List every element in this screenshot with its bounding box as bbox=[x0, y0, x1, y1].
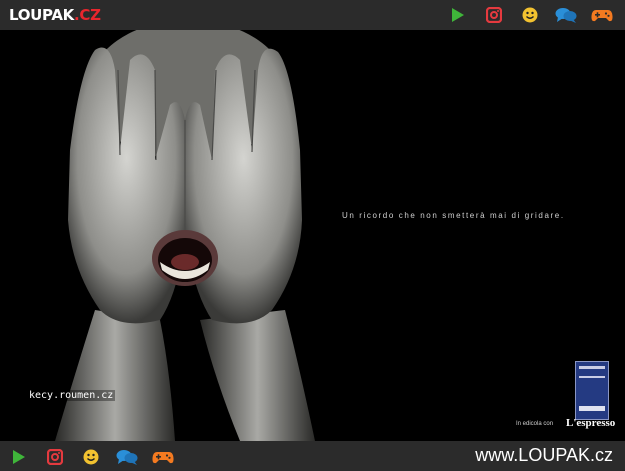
ad-photo: Un ricordo che non smetterà mai di grida… bbox=[0, 30, 625, 441]
edicola-label: In edicola con bbox=[516, 421, 554, 427]
smiley-icon[interactable] bbox=[80, 446, 102, 468]
instagram-icon[interactable] bbox=[483, 4, 505, 26]
hands-over-face-image bbox=[55, 30, 315, 441]
site-logo[interactable]: LOUPAK.CZ bbox=[9, 6, 101, 24]
play-icon[interactable] bbox=[8, 446, 30, 468]
play-icon[interactable] bbox=[447, 4, 469, 26]
instagram-icon[interactable] bbox=[44, 446, 66, 468]
site-url-link[interactable]: www.LOUPAK.cz bbox=[475, 445, 613, 466]
brand-logo: L'espresso bbox=[566, 417, 616, 429]
chat-icon[interactable] bbox=[555, 4, 577, 26]
bottom-icon-group bbox=[8, 446, 174, 468]
watermark-text: kecy.roumen.cz bbox=[27, 390, 116, 401]
gamepad-icon[interactable] bbox=[152, 446, 174, 468]
logo-main: LOUPAK bbox=[9, 6, 75, 24]
bottom-bar: www.LOUPAK.cz bbox=[0, 441, 625, 471]
gamepad-icon[interactable] bbox=[591, 4, 613, 26]
top-bar: LOUPAK.CZ bbox=[0, 0, 625, 30]
ad-tagline: Un ricordo che non smetterà mai di grida… bbox=[342, 211, 565, 220]
magazine-cover-image bbox=[575, 361, 609, 420]
chat-icon[interactable] bbox=[116, 446, 138, 468]
logo-tld: .CZ bbox=[74, 6, 101, 24]
smiley-icon[interactable] bbox=[519, 4, 541, 26]
top-icon-group bbox=[447, 4, 613, 26]
